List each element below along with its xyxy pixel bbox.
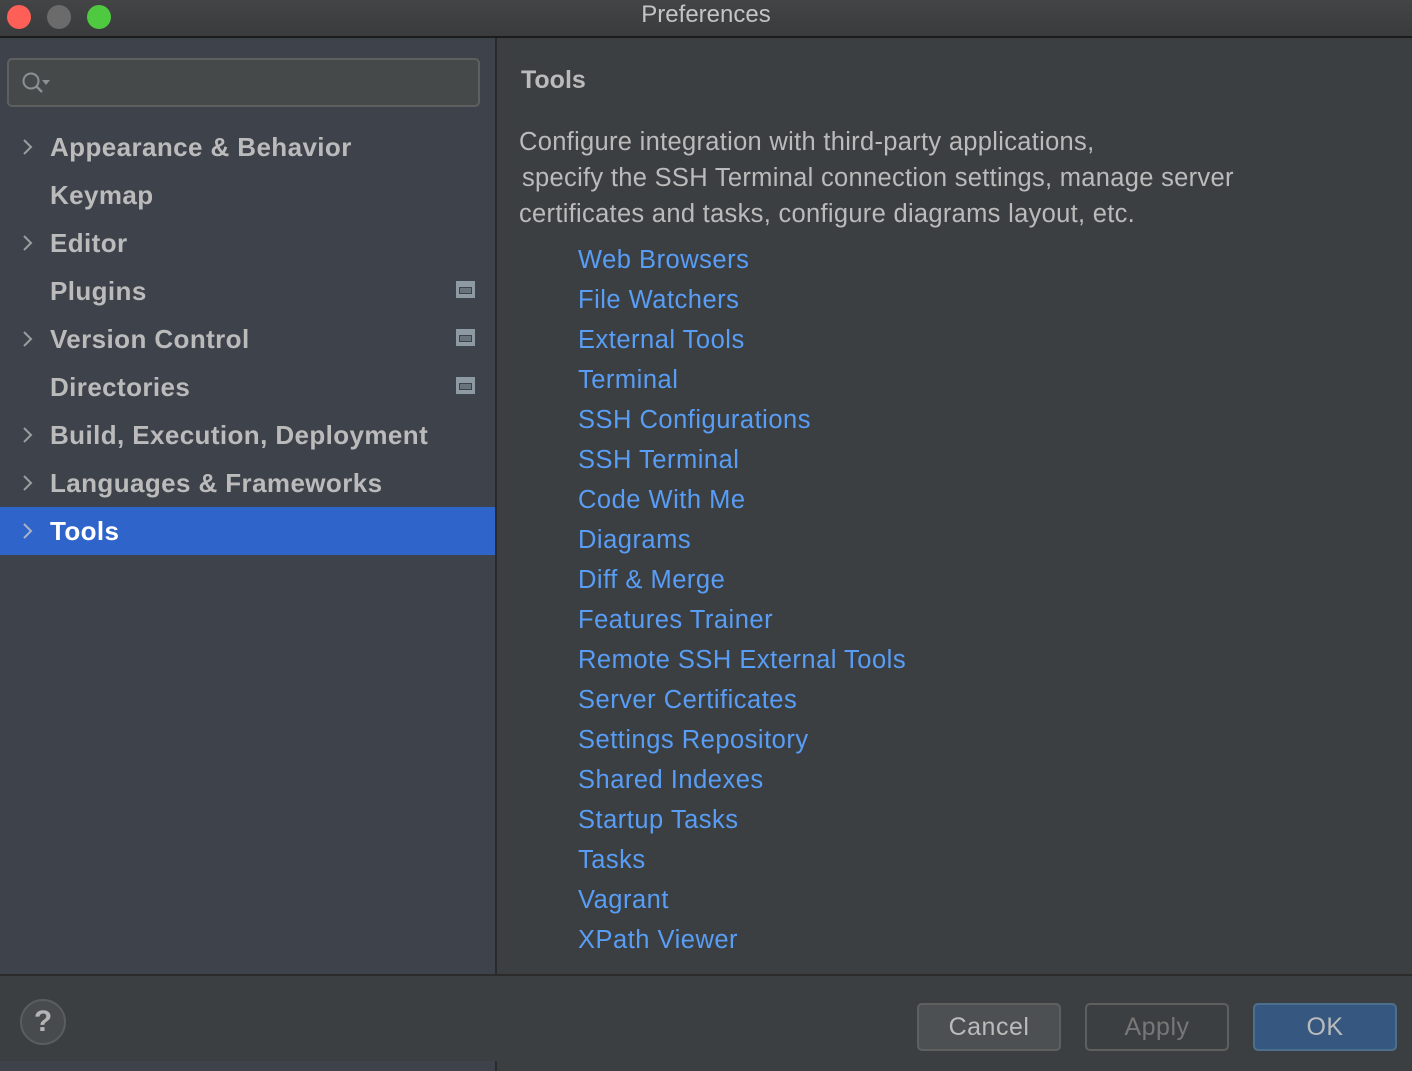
chevron-right-icon[interactable] — [20, 233, 36, 253]
sidebar-item-appearance-behavior[interactable]: Appearance & Behavior — [0, 123, 495, 171]
link-xpath-viewer[interactable]: XPath Viewer — [578, 920, 906, 960]
link-terminal[interactable]: Terminal — [578, 360, 906, 400]
link-tasks[interactable]: Tasks — [578, 840, 906, 880]
apply-button[interactable]: Apply — [1085, 1003, 1229, 1051]
sidebar-item-tools[interactable]: Tools — [0, 507, 495, 555]
link-startup-tasks[interactable]: Startup Tasks — [578, 800, 906, 840]
link-ssh-configurations[interactable]: SSH Configurations — [578, 400, 906, 440]
project-level-settings-icon — [456, 329, 475, 346]
sidebar-item-label: Tools — [50, 516, 120, 546]
page-title: Tools — [521, 66, 586, 94]
link-file-watchers[interactable]: File Watchers — [578, 280, 906, 320]
chevron-right-icon[interactable] — [20, 137, 36, 157]
chevron-right-icon[interactable] — [20, 425, 36, 445]
sidebar-item-version-control[interactable]: Version Control — [0, 315, 495, 363]
window-title: Preferences — [641, 1, 771, 28]
sidebar-item-directories[interactable]: Directories — [0, 363, 495, 411]
sidebar-item-build-execution-deployment[interactable]: Build, Execution, Deployment — [0, 411, 495, 459]
search-icon[interactable] — [19, 70, 53, 96]
link-external-tools[interactable]: External Tools — [578, 320, 906, 360]
sidebar-item-label: Plugins — [50, 276, 147, 306]
link-web-browsers[interactable]: Web Browsers — [578, 240, 906, 280]
link-remote-ssh-external-tools[interactable]: Remote SSH External Tools — [578, 640, 906, 680]
description-line: Configure integration with third-party a… — [519, 128, 1095, 156]
sidebar-item-label: Directories — [50, 372, 191, 402]
help-icon: ? — [33, 1005, 53, 1038]
chevron-right-icon[interactable] — [20, 521, 36, 541]
sidebar-item-label: Version Control — [50, 324, 250, 354]
sidebar-item-label: Editor — [50, 228, 128, 258]
sidebar-item-label: Appearance & Behavior — [50, 132, 352, 162]
tools-settings-panel: Tools Configure integration with third-p… — [497, 38, 1412, 974]
chevron-right-icon[interactable] — [20, 329, 36, 349]
description-line: certificates and tasks, configure diagra… — [519, 200, 1136, 228]
title-bar[interactable]: Preferences — [0, 0, 1412, 38]
link-diff-merge[interactable]: Diff & Merge — [578, 560, 906, 600]
tools-links-list: Web Browsers File Watchers External Tools T… — [578, 240, 906, 960]
dialog-footer: ? Cancel Apply OK — [0, 976, 1412, 1061]
sidebar-item-keymap[interactable]: Keymap — [0, 171, 495, 219]
chevron-right-icon[interactable] — [20, 473, 36, 493]
project-level-settings-icon — [456, 377, 475, 394]
ok-button[interactable]: OK — [1253, 1003, 1397, 1051]
sidebar-item-languages-frameworks[interactable]: Languages & Frameworks — [0, 459, 495, 507]
description-line: specify the SSH Terminal connection sett… — [522, 164, 1234, 192]
sidebar-bottom-strip — [0, 1061, 495, 1071]
link-shared-indexes[interactable]: Shared Indexes — [578, 760, 906, 800]
link-ssh-terminal[interactable]: SSH Terminal — [578, 440, 906, 480]
settings-tree: Appearance & Behavior Keymap Editor Plugins… — [0, 123, 495, 555]
page-description: Configure integration with third-party a… — [519, 124, 1399, 232]
sidebar-item-label: Build, Execution, Deployment — [50, 420, 429, 450]
sidebar-item-label: Languages & Frameworks — [50, 468, 383, 498]
preferences-window: Preferences Appearance & Behavior Keymap E… — [0, 0, 1412, 1071]
sidebar-item-editor[interactable]: Editor — [0, 219, 495, 267]
sidebar-item-label: Keymap — [50, 180, 154, 210]
settings-search-field[interactable] — [7, 58, 480, 107]
link-diagrams[interactable]: Diagrams — [578, 520, 906, 560]
cancel-button[interactable]: Cancel — [917, 1003, 1061, 1051]
sidebar-splitter-bottom — [495, 1061, 497, 1071]
help-button[interactable]: ? — [20, 999, 66, 1045]
link-features-trainer[interactable]: Features Trainer — [578, 600, 906, 640]
project-level-settings-icon — [456, 281, 475, 298]
link-server-certificates[interactable]: Server Certificates — [578, 680, 906, 720]
link-vagrant[interactable]: Vagrant — [578, 880, 906, 920]
sidebar-item-plugins[interactable]: Plugins — [0, 267, 495, 315]
search-input[interactable] — [57, 60, 471, 107]
link-settings-repository[interactable]: Settings Repository — [578, 720, 906, 760]
link-code-with-me[interactable]: Code With Me — [578, 480, 906, 520]
